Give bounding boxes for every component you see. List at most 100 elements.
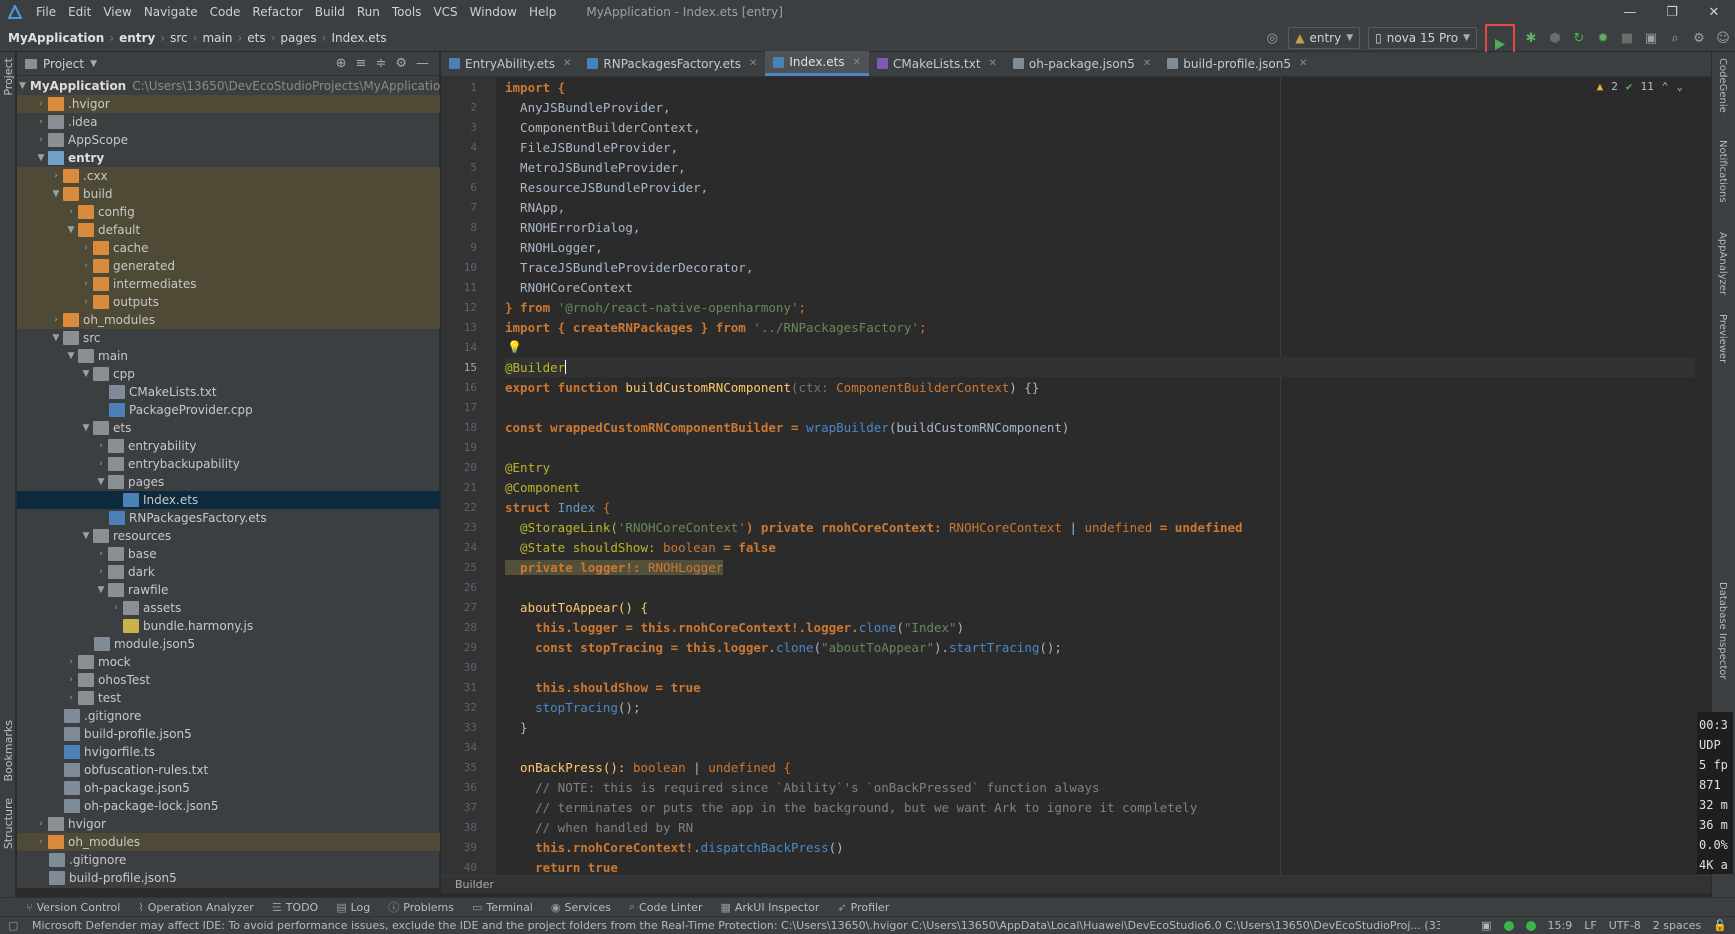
status-message[interactable]: Microsoft Defender may affect IDE: To av… [0,919,1440,932]
debug-icon[interactable]: ✱ [1520,27,1542,49]
tree-item[interactable]: build-profile.json5 [17,869,440,887]
editor-breadcrumb-label[interactable]: Builder [455,878,494,891]
module-selector[interactable]: ▲ entry ▼ [1288,27,1361,49]
tree-item[interactable]: ▼ entry [17,149,440,167]
menu-code[interactable]: Code [204,0,247,24]
stripe-structure[interactable]: Structure [2,798,15,849]
tree-item[interactable]: › outputs [17,293,440,311]
tree-item-selected[interactable]: Index.ets [17,491,440,509]
tree-item[interactable]: CMakeLists.txt [17,383,440,401]
tree-item[interactable]: › dark [17,563,440,581]
tab-entryability[interactable]: EntryAbility.ets ✕ [441,51,579,76]
editor-breadcrumb[interactable]: Builder [441,875,1711,893]
crumb-ets[interactable]: ets [247,31,265,45]
tree-item[interactable]: ▼ default [17,221,440,239]
tool-profiler[interactable]: ➶ Profiler [837,901,889,914]
layout-toggle-icon[interactable]: ▢ [8,919,18,932]
crumb-project[interactable]: MyApplication [8,31,104,45]
menu-view[interactable]: View [97,0,137,24]
crumb-src[interactable]: src [170,31,188,45]
close-icon[interactable]: ✕ [1299,58,1307,69]
crumb-module[interactable]: entry [119,31,155,45]
tree-item[interactable]: ▼ build [17,185,440,203]
gear-icon[interactable]: ⚙ [395,56,407,71]
tree-item[interactable]: › base [17,545,440,563]
tree-item[interactable]: › hvigor [17,815,440,833]
close-icon[interactable]: ✕ [563,58,571,69]
crumb-main[interactable]: main [202,31,232,45]
tab-cmakelists[interactable]: CMakeLists.txt ✕ [869,51,1005,76]
rerun-icon[interactable]: ↻ [1568,27,1590,49]
tree-item[interactable]: .gitignore [17,707,440,725]
device-manager-icon[interactable]: ▣ [1640,27,1662,49]
target-icon[interactable]: ◎ [1261,27,1283,49]
tree-item[interactable]: › entryability [17,437,440,455]
tab-build-profile[interactable]: build-profile.json5 ✕ [1159,51,1315,76]
menu-run[interactable]: Run [351,0,386,24]
tree-item[interactable]: obfuscation-rules.txt [17,761,440,779]
menu-refactor[interactable]: Refactor [246,0,308,24]
tree-item[interactable]: › cache [17,239,440,257]
tree-item[interactable]: PackageProvider.cpp [17,401,440,419]
stripe-bookmarks[interactable]: Bookmarks [2,720,15,781]
tree-item[interactable]: ▼ ets [17,419,440,437]
tree-item[interactable]: bundle.harmony.js [17,617,440,635]
project-panel-title[interactable]: Project [43,57,84,71]
tree-item[interactable]: › intermediates [17,275,440,293]
code-editor[interactable]: ▲ 2 ✔ 11 ⌃ ⌄ 1 import { 2 AnyJSBundleProvide… [441,77,1711,875]
tree-item[interactable]: › entrybackupability [17,455,440,473]
menu-build[interactable]: Build [309,0,351,24]
tree-item[interactable]: ▼ resources [17,527,440,545]
chevron-down-icon[interactable]: ▼ [90,59,97,69]
stop-icon[interactable]: ■ [1616,27,1638,49]
menu-help[interactable]: Help [523,0,562,24]
menu-navigate[interactable]: Navigate [138,0,204,24]
tab-oh-package[interactable]: oh-package.json5 ✕ [1005,51,1159,76]
tool-operation-analyzer[interactable]: ⌇ Operation Analyzer [138,901,253,914]
menu-window[interactable]: Window [464,0,523,24]
search-icon[interactable]: ⌕ [1664,27,1686,49]
stripe-previewer[interactable]: Previewer [1717,314,1728,363]
profile-icon[interactable]: ✹ [1592,27,1614,49]
close-icon[interactable]: ✕ [989,58,997,69]
tree-item[interactable]: ▼ cpp [17,365,440,383]
stripe-appanalyzer[interactable]: AppAnalyzer [1717,232,1728,295]
tool-log[interactable]: ▤ Log [336,901,370,914]
crumb-file[interactable]: Index.ets [331,31,386,45]
tool-arkui-inspector[interactable]: ▦ ArkUI Inspector [720,901,819,914]
tree-item[interactable]: › oh_modules [17,311,440,329]
crumb-pages[interactable]: pages [280,31,316,45]
attach-debugger-icon[interactable]: ⬢ [1544,27,1566,49]
close-icon[interactable]: ✕ [749,58,757,69]
menu-edit[interactable]: Edit [62,0,97,24]
tree-item[interactable]: › config [17,203,440,221]
tree-item[interactable]: › test [17,689,440,707]
tool-version-control[interactable]: ⑂ Version Control [26,901,120,914]
minimize-icon[interactable]: — [1609,0,1651,24]
lightbulb-icon[interactable]: 💡 [507,340,522,354]
menu-vcs[interactable]: VCS [427,0,463,24]
settings-icon[interactable]: ⚙ [1688,27,1710,49]
tree-item[interactable]: › .cxx [17,167,440,185]
tree-item[interactable]: oh-package.json5 [17,779,440,797]
restore-icon[interactable]: ❐ [1651,0,1693,24]
account-icon[interactable]: ☺ [1712,27,1734,49]
tool-todo[interactable]: ☰ TODO [272,901,318,914]
tree-item[interactable]: › .hvigor [17,95,440,113]
tab-rnpackagesfactory[interactable]: RNPackagesFactory.ets ✕ [579,51,765,76]
close-icon[interactable]: ✕ [853,57,861,68]
tree-item[interactable]: ▼ main [17,347,440,365]
stripe-codegenie[interactable]: CodeGenie [1717,58,1728,113]
close-icon[interactable]: ✕ [1143,58,1151,69]
tree-item[interactable]: › mock [17,653,440,671]
tree-item[interactable]: ▼ MyApplication C:\Users\13650\DevEcoStudi… [17,77,448,95]
stripe-project[interactable]: Project [2,58,15,96]
file-encoding[interactable]: UTF-8 [1609,919,1641,932]
tree-item[interactable]: hvigorfile.ts [17,743,440,761]
device-status-icon[interactable]: ▣ [1481,919,1491,932]
tree-item[interactable]: › oh_modules [17,833,440,851]
tree-item[interactable]: RNPackagesFactory.ets [17,509,440,527]
menu-tools[interactable]: Tools [386,0,428,24]
lock-icon[interactable]: 🔓 [1713,919,1727,932]
tool-code-linter[interactable]: ⌕ Code Linter [629,900,703,914]
